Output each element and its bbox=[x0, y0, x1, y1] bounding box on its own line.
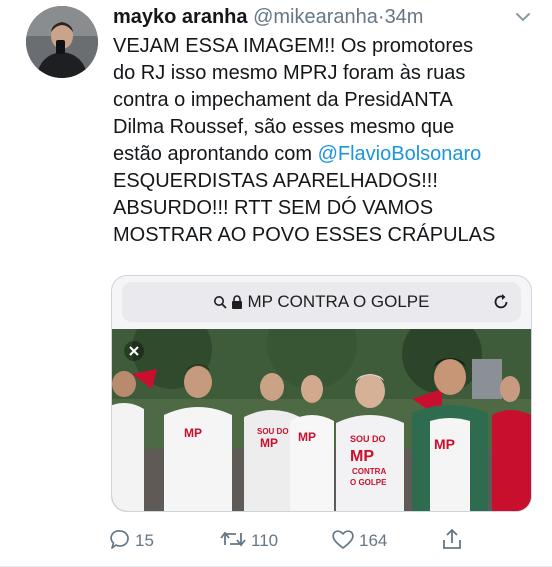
svg-text:MP: MP bbox=[260, 436, 278, 450]
svg-text:O GOLPE: O GOLPE bbox=[350, 478, 387, 487]
time-separator: · bbox=[377, 6, 385, 28]
browser-url-bar: MP CONTRA O GOLPE bbox=[122, 282, 521, 322]
retweet-button[interactable]: 110 bbox=[219, 526, 278, 556]
like-count: 164 bbox=[359, 531, 388, 550]
retweet-count: 110 bbox=[251, 531, 279, 550]
close-icon[interactable] bbox=[124, 341, 144, 366]
tweet-text-line: Dilma Roussef, são esses mesmo que bbox=[113, 116, 455, 138]
tweet-text-fragment: estão aprontando com bbox=[113, 143, 318, 165]
search-icon bbox=[213, 294, 228, 314]
like-icon bbox=[331, 528, 355, 555]
tweet-text-line: VEJAM ESSA IMAGEM!! Os promotores bbox=[113, 35, 474, 57]
svg-text:MP: MP bbox=[434, 436, 455, 452]
retweet-icon bbox=[219, 528, 247, 555]
reply-button[interactable]: 15 bbox=[109, 526, 154, 556]
url-text: MP CONTRA O GOLPE bbox=[247, 292, 430, 311]
svg-text:MP: MP bbox=[350, 448, 374, 465]
svg-text:SOU DO: SOU DO bbox=[257, 427, 289, 436]
svg-text:MP: MP bbox=[298, 430, 316, 444]
svg-text:MP: MP bbox=[184, 426, 202, 440]
media-card[interactable]: MP CONTRA O GOLPE MP SOU DO MP MP SOU DO… bbox=[111, 275, 532, 512]
share-icon bbox=[441, 527, 463, 556]
tweet-actions: 15 110 164 bbox=[109, 526, 529, 556]
share-button[interactable] bbox=[441, 526, 463, 556]
author-name[interactable]: mayko aranha bbox=[113, 6, 248, 28]
tweet-text: VEJAM ESSA IMAGEM!! Os promotores do RJ … bbox=[113, 33, 543, 249]
tweet-text-line: MOSTRAR AO POVO ESSES CRÁPULAS bbox=[113, 224, 496, 246]
svg-text:SOU DO: SOU DO bbox=[350, 434, 386, 444]
reload-icon bbox=[491, 292, 511, 317]
chevron-down-icon[interactable] bbox=[512, 6, 534, 28]
tweet-text-line: ESQUERDISTAS APARELHADOS!!! bbox=[113, 170, 438, 192]
tweet-text-line: do RJ isso mesmo MPRJ foram às ruas bbox=[113, 62, 466, 84]
lock-icon bbox=[231, 294, 243, 314]
url-text-row: MP CONTRA O GOLPE bbox=[122, 292, 521, 314]
reply-count: 15 bbox=[135, 531, 154, 550]
protest-photo: MP SOU DO MP MP SOU DO MP CONTRA O GOLPE… bbox=[112, 329, 531, 511]
tweet-text-line: ABSURDO!!! RTT SEM DÓ VAMOS bbox=[113, 197, 434, 219]
author-handle[interactable]: @mikearanha bbox=[253, 6, 378, 28]
mention-link[interactable]: @FlavioBolsonaro bbox=[318, 143, 482, 165]
svg-text:CONTRA: CONTRA bbox=[352, 467, 386, 476]
like-button[interactable]: 164 bbox=[331, 526, 387, 556]
avatar[interactable] bbox=[26, 6, 98, 78]
reply-icon bbox=[109, 528, 131, 555]
tweet-text-line: contra o impechament da PresidANTA bbox=[113, 89, 453, 111]
tweet-text-line: estão aprontando com @FlavioBolsonaro bbox=[113, 141, 543, 168]
tweet-header: mayko aranha @mikearanha·34m bbox=[113, 6, 423, 28]
tweet-time[interactable]: 34m bbox=[385, 6, 424, 28]
